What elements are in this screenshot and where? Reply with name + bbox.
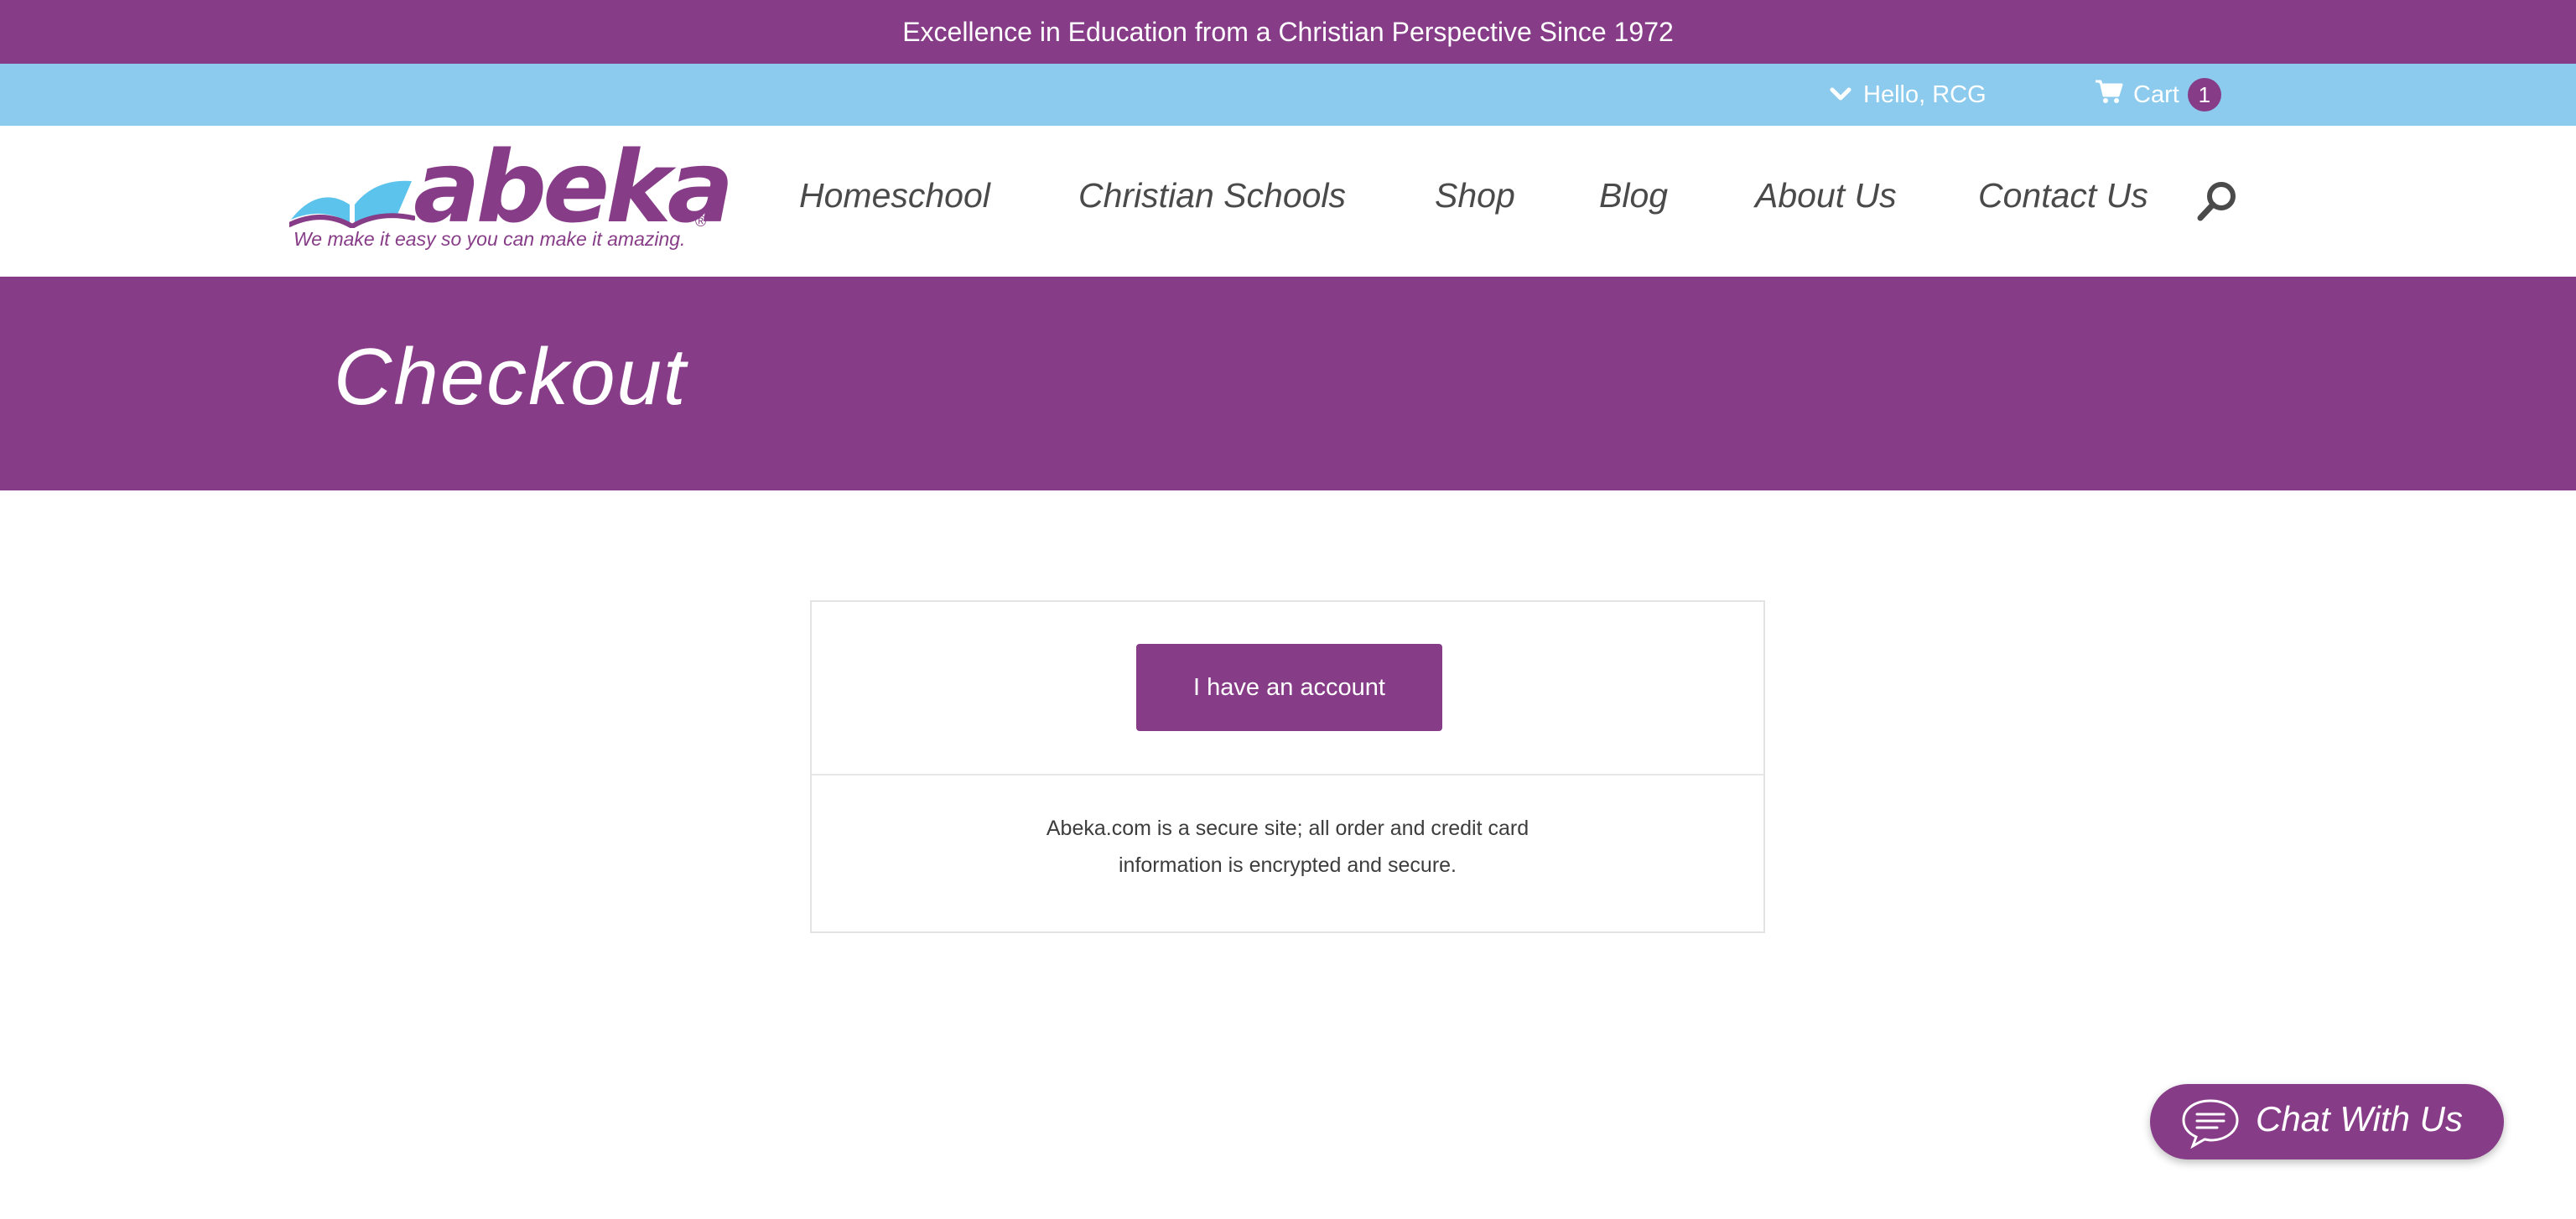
- account-bar: Hello, RCG Cart 1: [0, 64, 2576, 126]
- card-divider: [812, 774, 1763, 775]
- cart-link[interactable]: Cart 1: [2095, 64, 2221, 126]
- nav-item-blog[interactable]: Blog: [1599, 176, 1668, 215]
- abeka-logo[interactable]: abeka ® We make it easy so you can make …: [289, 137, 734, 252]
- logo-wordmark: abeka: [413, 129, 734, 245]
- nav-item-contact-us[interactable]: Contact Us: [1978, 176, 2148, 215]
- nav-item-christian-schools[interactable]: Christian Schools: [1078, 176, 1346, 215]
- cart-icon: [2095, 79, 2123, 111]
- search-button[interactable]: [2195, 179, 2239, 227]
- chat-with-us-button[interactable]: Chat With Us: [2150, 1084, 2504, 1159]
- have-account-button[interactable]: I have an account: [1136, 644, 1442, 731]
- logo-registered-mark: ®: [695, 213, 707, 230]
- secure-notice-line-1: Abeka.com is a secure site; all order an…: [1046, 817, 1530, 840]
- greeting-text: Hello, RCG: [1863, 80, 1987, 108]
- logo-tagline: We make it easy so you can make it amazi…: [293, 228, 686, 250]
- page-hero: Checkout: [0, 277, 2576, 490]
- secure-site-notice: Abeka.com is a secure site; all order an…: [812, 810, 1763, 884]
- chat-label: Chat With Us: [2256, 1099, 2464, 1139]
- nav-item-about-us[interactable]: About Us: [1755, 176, 1897, 215]
- search-icon: [2197, 182, 2236, 221]
- cart-label: Cart: [2133, 80, 2179, 108]
- chat-bubble-icon: [2182, 1099, 2239, 1149]
- open-book-logo-icon: [289, 180, 415, 228]
- checkout-card: I have an account Abeka.com is a secure …: [810, 600, 1765, 933]
- chevron-down-icon: [1830, 87, 1852, 102]
- nav-item-shop[interactable]: Shop: [1435, 176, 1515, 215]
- account-menu-toggle[interactable]: Hello, RCG: [1830, 64, 1987, 126]
- secure-notice-line-2: information is encrypted and secure.: [1119, 853, 1457, 877]
- banner-text: Excellence in Education from a Christian…: [902, 16, 1674, 47]
- cart-count-badge: 1: [2187, 78, 2221, 112]
- nav-item-homeschool[interactable]: Homeschool: [799, 176, 990, 215]
- site-header: abeka ® We make it easy so you can make …: [0, 126, 2576, 277]
- page-title: Checkout: [334, 332, 688, 422]
- top-banner: Excellence in Education from a Christian…: [0, 0, 2576, 64]
